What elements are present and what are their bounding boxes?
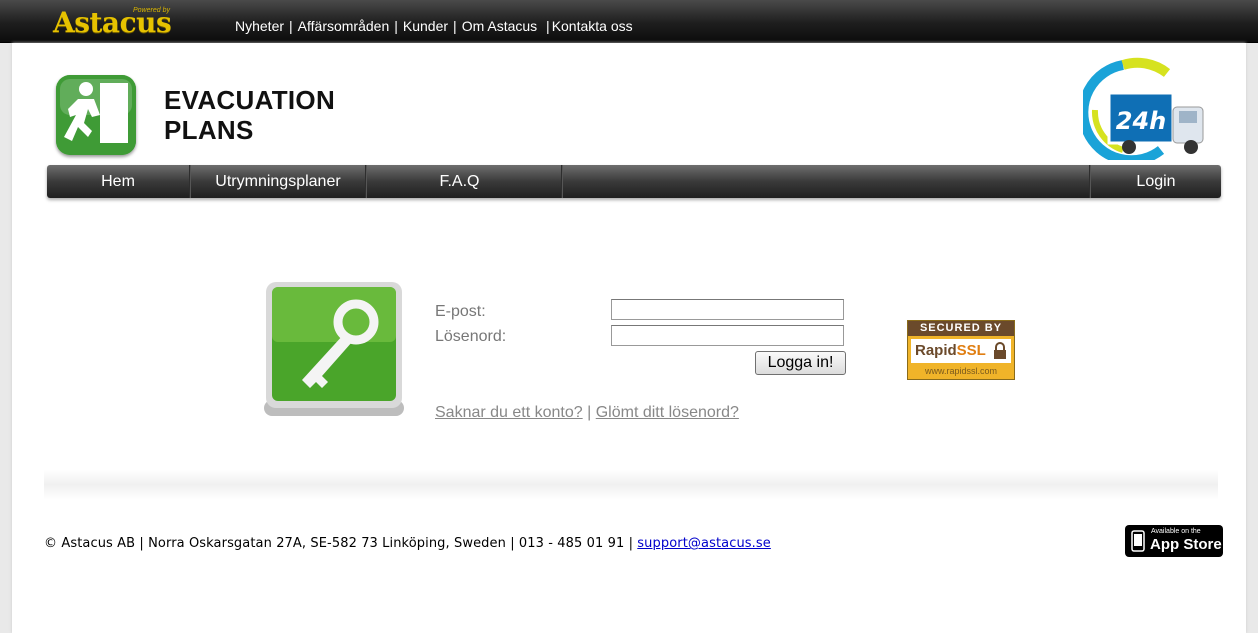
rapidssl-badge[interactable]: SECURED BY RapidSSL www.rapidssl.com (907, 320, 1015, 380)
nav-item-hem[interactable]: Hem (47, 165, 189, 198)
email-field[interactable] (611, 299, 844, 320)
password-field[interactable] (611, 325, 844, 346)
nav-item-utrymningsplaner[interactable]: Utrymningsplaner (191, 165, 365, 198)
badge-24h-text: 24h (1116, 107, 1166, 135)
topnav-link-kontakta-oss[interactable]: Kontakta oss (552, 18, 633, 34)
topnav-link-om-astacus[interactable]: Om Astacus (462, 18, 537, 34)
no-account-link[interactable]: Saknar du ett konto? (435, 404, 583, 421)
link-separator: | (587, 404, 592, 421)
ssl-brand: RapidSSL (911, 339, 1011, 363)
support-email-link[interactable]: support@astacus.se (637, 536, 771, 551)
truck-24h-icon: 24h (1078, 55, 1223, 166)
logo-title-line2: PLANS (164, 115, 254, 145)
astacus-brand-name: Astacus (53, 6, 172, 39)
apple-icon (1131, 530, 1145, 552)
key-icon (262, 280, 406, 420)
account-links: Saknar du ett konto? | Glömt ditt löseno… (435, 404, 739, 422)
appstore-small-text: Available on the (1151, 528, 1201, 535)
top-nav: Nyheter | Affärsområden | Kunder | Om Astacus … (235, 18, 633, 34)
appstore-big-text: App Store (1150, 536, 1222, 553)
divider-band (44, 470, 1218, 500)
top-bar: Powered by Astacus Nyheter | Affärsområden… (0, 0, 1258, 43)
topnav-link-kunder[interactable]: Kunder (403, 18, 448, 34)
footer: © Astacus AB | Norra Oskarsgatan 27A, SE… (44, 536, 771, 551)
exit-running-man-icon[interactable] (56, 75, 136, 155)
main-nav: Hem Utrymningsplaner F.A.Q Login (47, 165, 1221, 198)
email-label: E-post: (435, 303, 486, 320)
password-label: Lösenord: (435, 328, 507, 345)
topnav-link-affarsomraden[interactable]: Affärsområden (298, 18, 390, 34)
footer-address: © Astacus AB | Norra Oskarsgatan 27A, SE… (44, 536, 634, 551)
logo-title: EVACUATION PLANS (164, 85, 335, 145)
ssl-secured-by: SECURED BY (908, 321, 1014, 336)
forgot-password-link[interactable]: Glömt ditt lösenord? (596, 404, 739, 421)
ssl-url: www.rapidssl.com (924, 366, 998, 376)
topnav-link-nyheter[interactable]: Nyheter (235, 18, 284, 34)
padlock-icon (994, 342, 1006, 359)
app-store-badge[interactable]: Available on the App Store (1125, 525, 1223, 557)
nav-item-login[interactable]: Login (1091, 165, 1221, 198)
astacus-logo[interactable]: Powered by Astacus (53, 2, 178, 40)
login-button[interactable]: Logga in! (755, 351, 846, 375)
logo-title-line1: EVACUATION (164, 85, 336, 115)
nav-item-faq[interactable]: F.A.Q (367, 165, 552, 198)
